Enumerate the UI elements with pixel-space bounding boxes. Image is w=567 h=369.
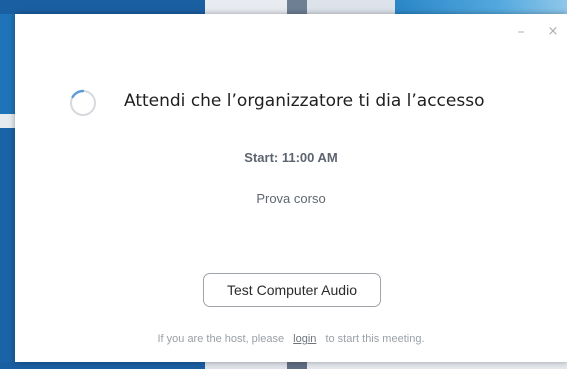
minimize-button[interactable]: – — [513, 24, 529, 40]
background-window-edge — [307, 362, 567, 369]
background-window-edge — [287, 362, 307, 369]
background-window-edge — [0, 128, 16, 369]
background-window-edge — [0, 14, 16, 114]
background-window-edge — [287, 0, 307, 14]
background-window-edge — [395, 0, 567, 14]
meeting-start-time: Start: 11:00 AM — [244, 150, 338, 165]
background-window-edge — [205, 362, 287, 369]
waiting-message: Attendi che l’organizzatore ti dia l’acc… — [124, 91, 485, 111]
background-window-edge — [0, 114, 16, 128]
test-computer-audio-button[interactable]: Test Computer Audio — [203, 273, 381, 307]
waiting-room-dialog: – × Attendi che l’organizzatore ti dia l… — [15, 14, 567, 362]
background-window-edge — [307, 0, 395, 14]
loading-spinner-icon — [70, 89, 96, 116]
host-login-prompt: If you are the host, please login to sta… — [15, 333, 567, 345]
desktop-background: – × Attendi che l’organizzatore ti dia l… — [0, 0, 567, 369]
background-window-edge — [205, 0, 287, 14]
login-link[interactable]: login — [293, 333, 316, 345]
close-button[interactable]: × — [545, 24, 561, 40]
host-prompt-suffix: to start this meeting. — [325, 333, 425, 345]
meeting-topic: Prova corso — [256, 191, 326, 206]
background-window-edge — [0, 0, 205, 14]
background-window-edge — [0, 362, 205, 369]
host-prompt-prefix: If you are the host, please — [157, 333, 285, 345]
